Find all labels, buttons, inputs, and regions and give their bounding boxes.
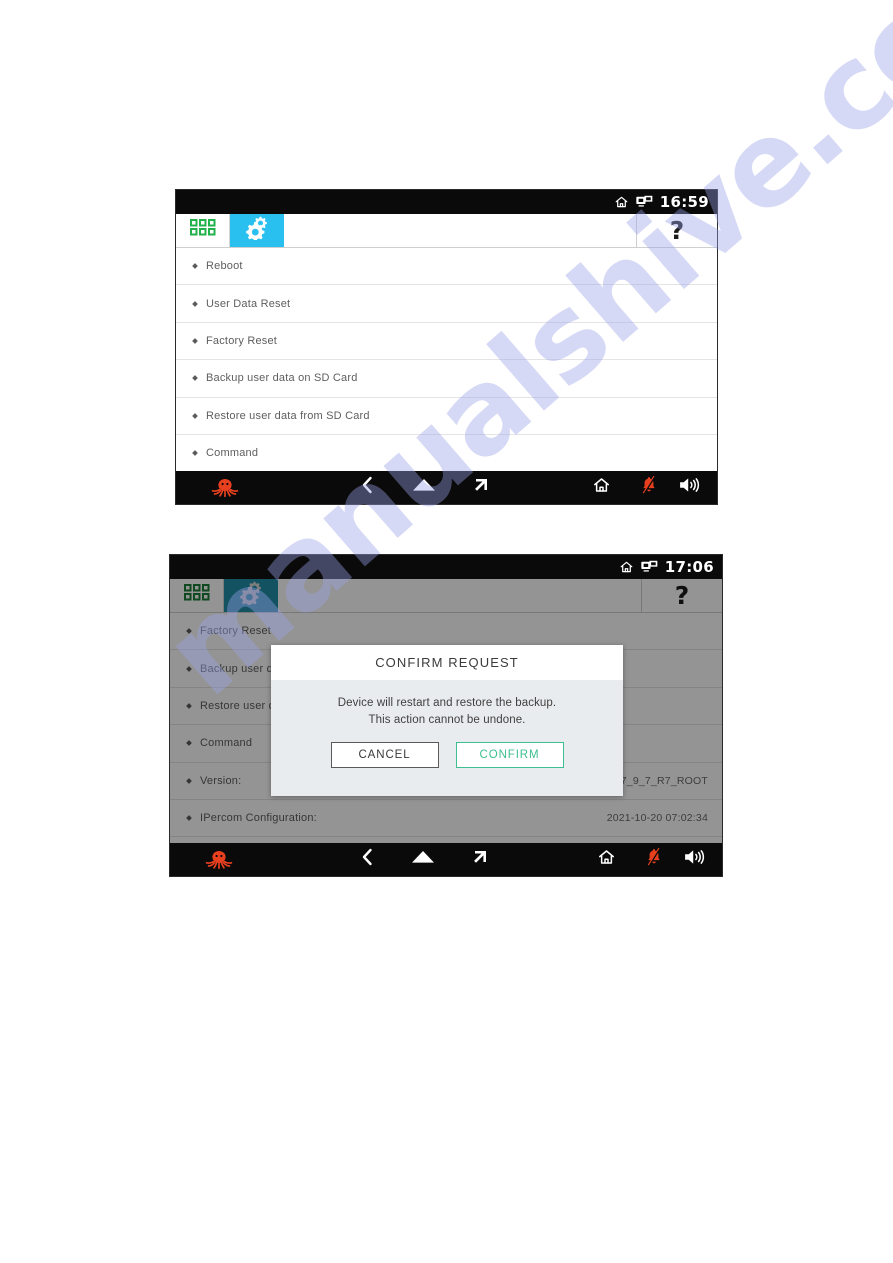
nav-right-group <box>573 475 717 500</box>
recents-icon <box>471 476 489 499</box>
bullet-icon <box>192 450 198 456</box>
octopus-logo-icon[interactable] <box>176 477 274 499</box>
settings-list: Reboot User Data Reset Factory Reset Bac… <box>176 248 717 473</box>
bell-muted-icon <box>640 475 658 500</box>
dialog-title: CONFIRM REQUEST <box>271 645 623 680</box>
tab-settings[interactable] <box>230 214 284 247</box>
screen-share-icon <box>641 560 658 574</box>
volume-button[interactable] <box>674 848 716 871</box>
ringer-mute-button[interactable] <box>634 847 674 872</box>
volume-icon <box>678 476 702 499</box>
home-button[interactable] <box>395 850 451 869</box>
list-item[interactable]: Command <box>176 435 717 473</box>
bullet-icon <box>192 300 198 307</box>
back-icon <box>361 848 374 871</box>
bullet-icon <box>192 412 198 419</box>
volume-icon <box>683 848 707 871</box>
volume-button[interactable] <box>669 476 711 499</box>
tab-apps[interactable] <box>176 214 230 247</box>
list-item-label: User Data Reset <box>206 297 291 310</box>
status-bar-clock: 16:59 <box>659 192 709 211</box>
navigation-bar <box>176 471 717 504</box>
device-screenshot-confirm-dialog: 17:06 ? Factory Reset Backup user Restor… <box>169 554 723 877</box>
status-bar: 16:59 <box>176 190 717 214</box>
list-item-label: Backup user data on SD Card <box>206 372 358 385</box>
bullet-icon <box>192 263 198 270</box>
dialog-body: Device will restart and restore the back… <box>271 680 623 796</box>
home-icon <box>411 850 435 869</box>
tab-bar: ? <box>176 214 717 248</box>
list-item-label: Factory Reset <box>206 334 278 347</box>
bullet-icon <box>192 375 198 382</box>
list-item[interactable]: Restore user data from SD Card <box>176 398 717 435</box>
bell-muted-icon <box>645 847 663 872</box>
help-button[interactable]: ? <box>637 214 717 247</box>
recents-button[interactable] <box>451 848 507 871</box>
back-button[interactable] <box>340 476 396 499</box>
status-bar: 17:06 <box>170 555 722 579</box>
list-item-label: Command <box>206 447 259 460</box>
tab-bar-spacer <box>284 214 637 247</box>
home-icon <box>412 478 436 497</box>
gears-icon <box>242 216 272 245</box>
home-shortcut-button[interactable] <box>573 476 629 499</box>
octopus-logo-icon[interactable] <box>170 849 268 871</box>
back-button[interactable] <box>339 848 395 871</box>
home-shortcut-button[interactable] <box>578 848 634 871</box>
back-icon <box>361 476 374 499</box>
confirm-dialog: CONFIRM REQUEST Device will restart and … <box>271 645 623 797</box>
confirm-button[interactable]: CONFIRM <box>455 742 564 769</box>
list-item[interactable]: Reboot <box>176 248 717 286</box>
apps-grid-icon <box>189 219 216 242</box>
list-item[interactable]: Backup user data on SD Card <box>176 360 717 398</box>
home-icon <box>614 195 629 209</box>
list-item[interactable]: Factory Reset <box>176 323 717 361</box>
nav-right-group <box>578 847 722 872</box>
status-bar-clock: 17:06 <box>664 557 714 576</box>
home-button[interactable] <box>396 478 452 497</box>
home-icon <box>597 848 616 871</box>
dialog-message-line-2: This action cannot be undone. <box>368 713 526 726</box>
screen-share-icon <box>636 195 653 209</box>
navigation-bar <box>170 843 722 876</box>
recents-button[interactable] <box>452 476 508 499</box>
recents-icon <box>470 848 488 871</box>
device-screenshot-settings-list: 16:59 ? Reboot User Data Reset Factory R… <box>175 189 718 505</box>
home-icon <box>592 476 611 499</box>
dialog-message-line-1: Device will restart and restore the back… <box>337 697 557 709</box>
list-item[interactable]: User Data Reset <box>176 285 717 323</box>
dialog-actions: CANCEL CONFIRM <box>281 728 613 784</box>
ringer-mute-button[interactable] <box>629 475 669 500</box>
home-icon <box>619 560 634 574</box>
cancel-button[interactable]: CANCEL <box>330 742 439 769</box>
list-item-label: Reboot <box>206 260 243 273</box>
list-item-label: Restore user data from SD Card <box>206 409 370 422</box>
bullet-icon <box>192 338 198 344</box>
